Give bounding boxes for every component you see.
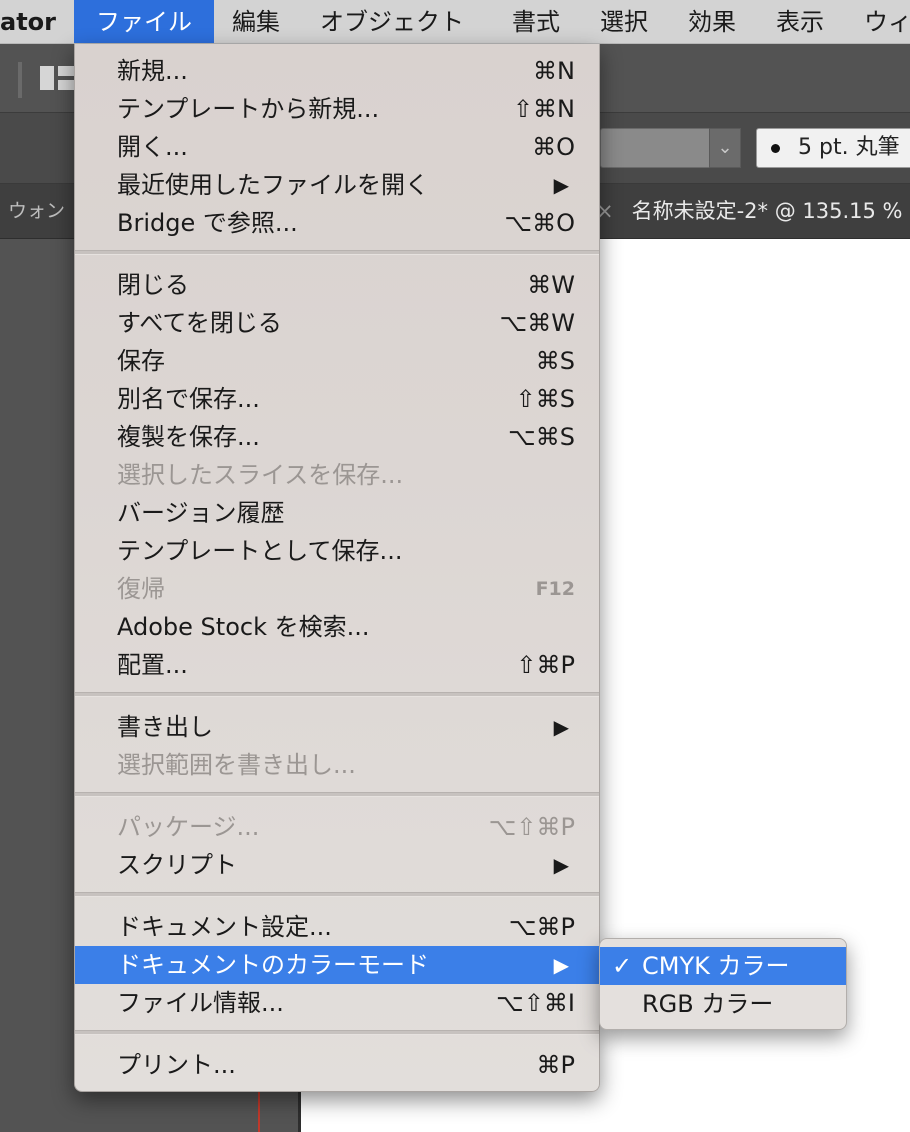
menu-bar: ator ファイル 編集 オブジェクト 書式 選択 効果 表示 ウィ (0, 0, 910, 44)
menu-item-document-color-mode[interactable]: ドキュメントのカラーモード ▶ (75, 946, 599, 984)
menu-item-save[interactable]: 保存 ⌘S (75, 342, 599, 380)
menu-separator (75, 250, 599, 255)
color-mode-submenu: ✓ CMYK カラー RGB カラー (599, 938, 847, 1030)
toolbar-grip-icon[interactable] (18, 62, 22, 98)
menu-item-search-adobe-stock[interactable]: Adobe Stock を検索... (75, 608, 599, 646)
brush-stroke-label: 5 pt. 丸筆 (798, 135, 900, 160)
menu-item-new-from-template[interactable]: テンプレートから新規... ⇧⌘N (75, 90, 599, 128)
checkmark-icon: ✓ (612, 952, 633, 980)
menu-object[interactable]: オブジェクト (320, 0, 464, 43)
menu-item-place[interactable]: 配置... ⇧⌘P (75, 646, 599, 684)
menu-item-document-setup[interactable]: ドキュメント設定... ⌥⌘P (75, 908, 599, 946)
submenu-arrow-icon: ▶ (553, 953, 569, 977)
submenu-arrow-icon: ▶ (553, 715, 569, 739)
menu-separator (75, 892, 599, 897)
style-dropdown-field[interactable] (600, 128, 710, 168)
panel-tab[interactable]: ウォン (8, 184, 65, 238)
menu-item-open-recent[interactable]: 最近使用したファイルを開く ▶ (75, 166, 599, 204)
brush-dot-icon (771, 143, 780, 153)
submenu-item-rgb-color[interactable]: RGB カラー (600, 985, 846, 1023)
menu-item-close-all[interactable]: すべてを閉じる ⌥⌘W (75, 304, 599, 342)
menu-item-save-as[interactable]: 別名で保存... ⇧⌘S (75, 380, 599, 418)
menu-separator (75, 692, 599, 697)
menu-select[interactable]: 選択 (600, 0, 648, 43)
document-tab[interactable]: × 名称未設定-2* @ 135.15 % (596, 184, 903, 238)
menu-window[interactable]: ウィ (864, 0, 910, 43)
menu-view[interactable]: 表示 (776, 0, 824, 43)
submenu-arrow-icon: ▶ (553, 853, 569, 877)
menu-item-version-history[interactable]: バージョン履歴 (75, 494, 599, 532)
menu-item-new[interactable]: 新規... ⌘N (75, 52, 599, 90)
menu-item-close[interactable]: 閉じる ⌘W (75, 266, 599, 304)
document-tab-title: 名称未設定-2* @ 135.15 % (631, 199, 903, 223)
menu-effect[interactable]: 効果 (688, 0, 736, 43)
submenu-arrow-icon: ▶ (553, 173, 569, 197)
menu-item-export[interactable]: 書き出し ▶ (75, 708, 599, 746)
menu-item-save-selected-slices: 選択したスライスを保存... (117, 461, 404, 489)
menu-item-browse-in-bridge[interactable]: Bridge で参照... ⌥⌘O (75, 204, 599, 242)
menu-item-save-a-copy[interactable]: 複製を保存... ⌥⌘S (75, 418, 599, 456)
menu-item-file-info[interactable]: ファイル情報... ⌥⇧⌘I (75, 984, 599, 1022)
menu-item-package: パッケージ... ⌥⇧⌘P (117, 813, 575, 841)
brush-stroke-selector[interactable]: 5 pt. 丸筆 (756, 128, 910, 168)
file-menu-dropdown: 新規... ⌘N テンプレートから新規... ⇧⌘N 開く... ⌘O 最近使用したフ… (74, 44, 600, 1092)
menu-item-print[interactable]: プリント... ⌘P (75, 1046, 599, 1084)
menu-type[interactable]: 書式 (512, 0, 560, 43)
guide-line (258, 1090, 260, 1132)
menu-separator (75, 792, 599, 797)
panel-layout-icon[interactable] (40, 66, 76, 90)
menu-edit[interactable]: 編集 (232, 0, 280, 43)
chevron-down-icon[interactable]: ⌄ (709, 128, 741, 168)
app-menu[interactable]: ator (0, 0, 56, 43)
menu-separator (75, 1030, 599, 1035)
menu-item-save-as-template[interactable]: テンプレートとして保存... (75, 532, 599, 570)
menu-item-scripts[interactable]: スクリプト ▶ (75, 846, 599, 884)
menu-item-revert: 復帰 F12 (117, 575, 575, 603)
menu-item-export-selection: 選択範囲を書き出し... (117, 751, 356, 779)
submenu-item-cmyk-color[interactable]: ✓ CMYK カラー (600, 947, 846, 985)
menu-file[interactable]: ファイル (74, 0, 214, 43)
menu-item-open[interactable]: 開く... ⌘O (75, 128, 599, 166)
